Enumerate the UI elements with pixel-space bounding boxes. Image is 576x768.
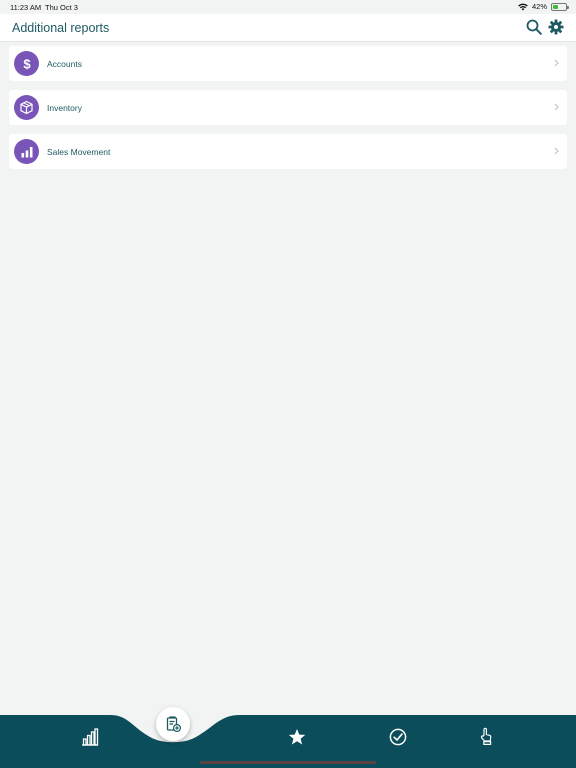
box-icon [14,95,39,120]
page-title: Additional reports [12,21,110,35]
report-label: Inventory [47,102,82,113]
report-row-accounts[interactable]: $ Accounts [9,46,567,81]
chevron-right-icon [554,59,559,67]
status-time: 11:23 AM [10,3,42,12]
report-label: Accounts [47,58,82,69]
add-report-icon [166,716,181,732]
nav-bar: Additional reports [0,14,576,42]
chevron-right-icon [554,147,559,155]
battery-fill [553,4,559,9]
wifi-icon [518,3,528,10]
status-bar: 11:23 AM Thu Oct 3 42% [0,0,576,14]
report-label: Sales Movement [47,146,111,157]
gear-icon[interactable] [548,19,564,35]
chevron-right-icon [554,103,559,111]
bar-chart-icon[interactable] [81,728,99,746]
report-row-inventory[interactable]: Inventory [9,90,567,125]
battery-icon [551,2,569,11]
check-circle-icon[interactable] [389,728,407,746]
bar-chart-icon [14,139,39,164]
report-row-sales-movement[interactable]: Sales Movement [9,134,567,169]
battery-percent: 42% [531,2,547,11]
status-date: Thu Oct 3 [45,3,78,12]
star-icon[interactable] [288,728,306,746]
add-report-tab-button[interactable] [156,707,190,741]
dollar-icon: $ [14,51,39,76]
status-right: 42% [518,2,569,11]
report-list: $ Accounts Inventory Sales Movement [9,46,567,178]
touch-icon[interactable] [477,727,495,745]
search-icon[interactable] [526,19,542,35]
home-indicator[interactable] [200,761,376,764]
svg-text:$: $ [23,57,31,71]
